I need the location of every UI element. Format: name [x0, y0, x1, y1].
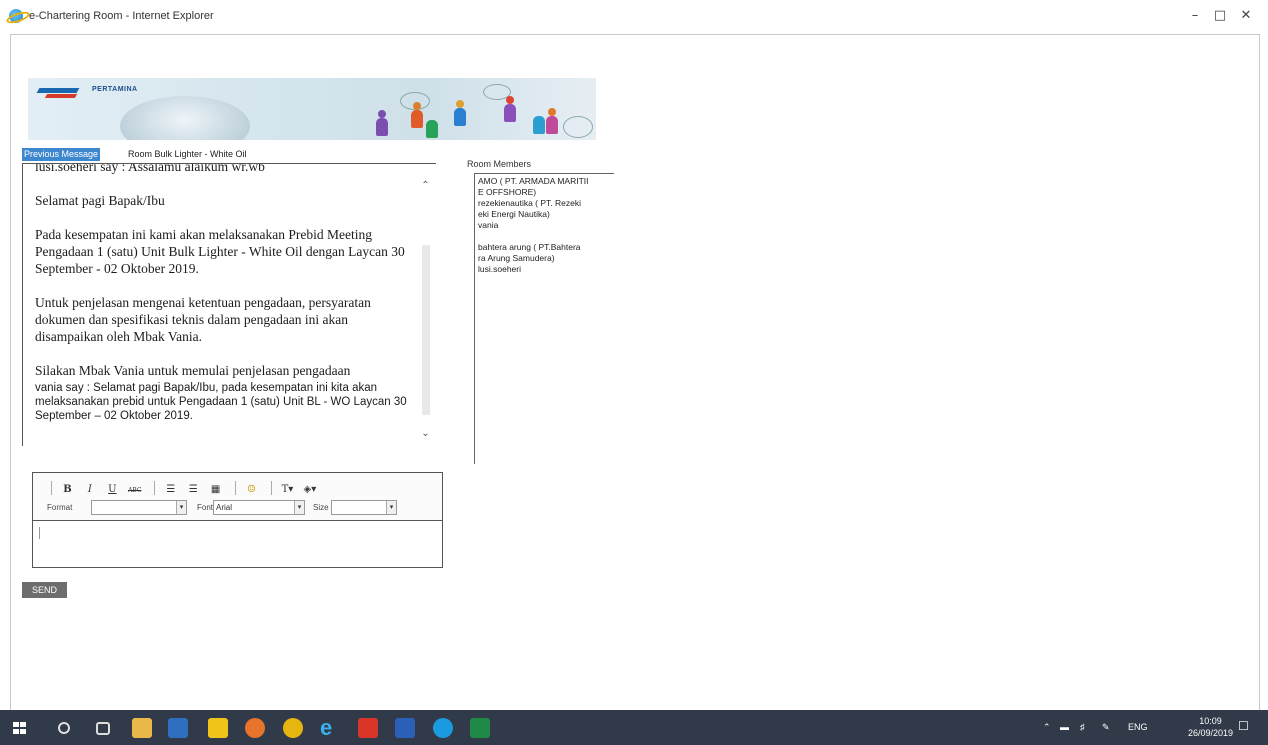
- chat-paragraph: Pada kesempatan ini kami akan melaksanak…: [35, 227, 405, 276]
- emoticon-icon[interactable]: ☺: [245, 482, 259, 498]
- person-icon: [456, 100, 464, 108]
- member-line: lusi.soeheri: [478, 264, 521, 274]
- size-label: Size: [313, 503, 329, 512]
- word-icon[interactable]: [395, 718, 415, 738]
- bold-button[interactable]: B: [60, 482, 74, 498]
- member-line: E OFFSHORE): [478, 187, 537, 197]
- network-icon[interactable]: ▬: [1060, 722, 1069, 732]
- font-select[interactable]: Arial ▾: [213, 500, 305, 515]
- restore-button[interactable]: □: [1212, 8, 1228, 24]
- person-icon: [378, 110, 386, 118]
- clock-date: 26/09/2019: [1188, 728, 1234, 738]
- align-center-icon[interactable]: ☰: [186, 482, 200, 498]
- previous-message-tab[interactable]: Previous Message: [22, 148, 101, 161]
- chevron-down-icon: ▾: [176, 501, 186, 514]
- scrollbar-thumb[interactable]: [422, 245, 430, 415]
- sticky-notes-icon[interactable]: [208, 718, 228, 738]
- window-titlebar: e-Chartering Room - Internet Explorer – …: [0, 0, 1268, 34]
- scroll-up-icon[interactable]: ⌃: [418, 179, 433, 193]
- member-line: rezekienautika ( PT. Rezeki: [478, 198, 581, 208]
- skype-icon[interactable]: [433, 718, 453, 738]
- chrome-icon[interactable]: [283, 718, 303, 738]
- windows-taskbar: e ⌃ ▬ ♯ ✎ ENG 10:09 26/09/2019 ☐: [0, 710, 1268, 745]
- outlook-icon[interactable]: [168, 718, 188, 738]
- pertamina-banner: PERTAMINA: [28, 78, 596, 140]
- room-members-label: Room Members: [467, 159, 532, 169]
- person-icon: [376, 118, 388, 136]
- notification-icon[interactable]: ☐: [1238, 719, 1249, 733]
- chevron-down-icon: ▾: [294, 501, 304, 514]
- text-color-icon[interactable]: T▾: [280, 482, 294, 498]
- pen-icon[interactable]: ✎: [1102, 722, 1110, 733]
- pertamina-logo-text: PERTAMINA: [92, 86, 138, 93]
- person-icon: [411, 110, 423, 128]
- chevron-down-icon: ▾: [386, 501, 396, 514]
- room-name-label: Room Bulk Lighter - White Oil: [128, 149, 247, 159]
- chat-scrollbar[interactable]: ⌃ ⌄: [418, 175, 433, 443]
- person-icon: [546, 116, 558, 134]
- text-caret: [39, 527, 40, 539]
- underline-button[interactable]: U: [105, 482, 119, 498]
- person-icon: [454, 108, 466, 126]
- chat-log[interactable]: lusi.soeheri say : Assalamu alaikum wr.w…: [22, 163, 436, 446]
- person-icon: [504, 104, 516, 122]
- font-value: Arial: [216, 503, 233, 512]
- align-left-icon[interactable]: ☰: [164, 482, 178, 498]
- size-select[interactable]: ▾: [331, 500, 397, 515]
- format-label: Format: [47, 503, 73, 512]
- acrobat-icon[interactable]: [358, 718, 378, 738]
- minimize-button[interactable]: –: [1187, 8, 1203, 24]
- firefox-icon[interactable]: [245, 718, 265, 738]
- chat-greeting: Selamat pagi Bapak/Ibu: [35, 193, 165, 208]
- search-icon[interactable]: [58, 722, 70, 734]
- window-title: e-Chartering Room - Internet Explorer: [29, 10, 214, 22]
- language-indicator[interactable]: ENG: [1128, 722, 1148, 732]
- member-line: ra Arung Samudera): [478, 253, 555, 263]
- editor-toolbar: B I U ABC ☰ ☰ ▦ ☺ T▾ ◈▾ Format ▾ Font Ar…: [33, 473, 442, 521]
- chat-message-header: lusi.soeheri say : Assalamu alaikum wr.w…: [35, 163, 265, 174]
- send-button[interactable]: SEND: [22, 582, 67, 598]
- person-icon: [506, 96, 514, 104]
- format-select[interactable]: ▾: [91, 500, 187, 515]
- member-line: eki Energi Nautika): [478, 209, 550, 219]
- task-view-icon[interactable]: [96, 722, 110, 735]
- internet-explorer-icon: [9, 9, 23, 23]
- person-icon: [413, 102, 421, 110]
- strikethrough-button[interactable]: ABC: [128, 483, 142, 499]
- font-label: Font: [197, 503, 214, 512]
- message-editor: B I U ABC ☰ ☰ ▦ ☺ T▾ ◈▾ Format ▾ Font Ar…: [32, 472, 443, 568]
- person-icon: [426, 120, 438, 138]
- volume-icon[interactable]: ♯: [1080, 722, 1085, 732]
- chat-message-vania: vania say : Selamat pagi Bapak/Ibu, pada…: [35, 382, 407, 422]
- clock[interactable]: 10:09 26/09/2019: [1188, 715, 1233, 739]
- align-right-icon[interactable]: ▦: [209, 482, 223, 498]
- excel-icon[interactable]: [470, 718, 490, 738]
- clock-time: 10:09: [1199, 716, 1222, 726]
- close-button[interactable]: ✕: [1238, 8, 1254, 24]
- chat-paragraph: Silakan Mbak Vania untuk memulai penjela…: [35, 363, 351, 378]
- pertamina-logo-mark: [36, 88, 80, 93]
- globe-image: [120, 96, 250, 140]
- windows-start-icon[interactable]: [13, 722, 26, 734]
- message-input[interactable]: [33, 521, 442, 567]
- file-explorer-icon[interactable]: [132, 718, 152, 738]
- italic-button[interactable]: I: [83, 482, 97, 498]
- background-color-icon[interactable]: ◈▾: [303, 482, 317, 498]
- member-line: AMO ( PT. ARMADA MARITII: [478, 176, 589, 186]
- person-icon: [533, 116, 545, 134]
- member-line: vania: [478, 220, 499, 230]
- pertamina-logo-mark-red: [44, 94, 78, 98]
- speech-bubble-icon: [563, 116, 593, 138]
- person-icon: [548, 108, 556, 116]
- chevron-up-icon[interactable]: ⌃: [1043, 722, 1051, 733]
- scroll-down-icon[interactable]: ⌄: [418, 427, 433, 441]
- member-line: bahtera arung ( PT.Bahtera: [478, 242, 581, 252]
- room-members-list[interactable]: AMO ( PT. ARMADA MARITII E OFFSHORE) rez…: [474, 173, 614, 464]
- internet-explorer-taskbar-icon[interactable]: e: [320, 717, 340, 739]
- chat-paragraph: Untuk penjelasan mengenai ketentuan peng…: [35, 295, 371, 344]
